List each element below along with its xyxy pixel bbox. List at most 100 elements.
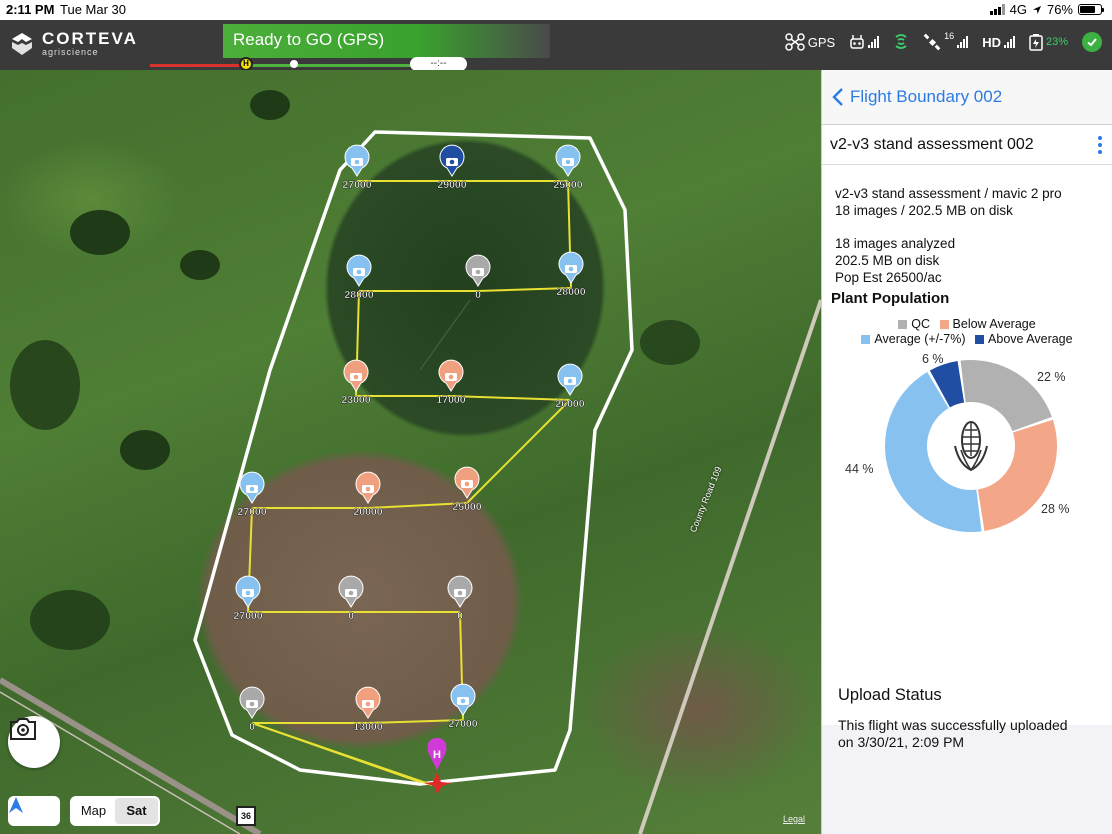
satellite-signal-bars-icon (957, 36, 969, 48)
waypoint-label: 29000 (437, 179, 466, 191)
waypoint-marker[interactable]: 0 (465, 254, 491, 301)
waypoint-marker[interactable]: 13000 (353, 686, 383, 733)
map-type-toggle[interactable]: Map Sat (70, 796, 160, 826)
cellular-signal-icon (989, 4, 1005, 15)
legend-swatch-qc (898, 320, 908, 329)
waypoint-label: 27000 (448, 718, 477, 730)
waypoint-marker[interactable]: 0 (447, 575, 473, 622)
waypoint-label: 28000 (344, 289, 373, 301)
waypoint-marker[interactable]: 27000 (237, 471, 267, 518)
svg-text:H: H (433, 749, 441, 761)
navigation-arrow-icon (9, 797, 23, 813)
legal-link[interactable]: Legal (783, 814, 805, 824)
waypoint-markers: 27000 29000 25000 28000 0 28000 23000 17000 2600… (233, 144, 586, 733)
ready-check-icon (1082, 32, 1102, 52)
map-overlay: 27000 29000 25000 28000 0 28000 23000 17000 2600… (0, 130, 821, 834)
home-pin[interactable]: H (427, 738, 447, 770)
upload-status-line: This flight was successfully uploaded (838, 717, 1068, 733)
more-options-icon[interactable] (1098, 135, 1102, 154)
waypoint-label: 26000 (555, 398, 584, 410)
waypoint-marker[interactable]: 28000 (556, 251, 586, 298)
pie-slice-label: 6 % (922, 352, 944, 366)
legend-swatch-below (939, 320, 949, 329)
satellite-status[interactable]: 16 (923, 31, 969, 51)
aircraft-battery[interactable]: 23% (1029, 33, 1068, 51)
waypoint-label: 27000 (233, 610, 262, 622)
waypoint-marker[interactable]: 29000 (437, 144, 467, 191)
app-bar: CORTEVA agriscience Ready to GO (GPS) H … (0, 20, 1112, 71)
waypoint-marker[interactable]: 0 (338, 575, 364, 622)
waypoint-label: 0 (457, 610, 463, 622)
satellite-count: 16 (944, 31, 955, 41)
brand-sub: agriscience (42, 47, 99, 57)
pie-slice-label: 28 % (1041, 502, 1070, 516)
hd-video-status[interactable]: HD (982, 35, 1015, 50)
county-road (638, 299, 821, 834)
waypoint-label: 0 (249, 721, 255, 733)
status-date: Tue Mar 30 (60, 2, 126, 17)
remote-signal-bars-icon (868, 36, 880, 48)
waypoint-label: 17000 (436, 394, 465, 406)
back-button[interactable]: Flight Boundary 002 (850, 87, 1002, 107)
navigation-button[interactable] (8, 796, 60, 826)
waypoint-label: 25000 (553, 179, 582, 191)
assessment-title: v2-v3 stand assessment 002 (830, 135, 1034, 153)
waypoint-marker[interactable]: 27000 (448, 683, 478, 730)
flight-boundary[interactable] (193, 130, 634, 786)
waypoint-marker[interactable]: 25000 (452, 466, 482, 513)
battery-percent: 76% (1046, 2, 1073, 17)
pie-slice-label: 44 % (845, 462, 874, 476)
status-time: 2:11 PM (6, 2, 55, 17)
route-segment (450, 395, 571, 401)
gps-label: GPS (807, 34, 836, 50)
hd-signal-bars-icon (1003, 36, 1015, 48)
corteva-logo-icon (12, 33, 32, 55)
waypoint-label: 25000 (452, 501, 481, 513)
waypoint-label: 0 (348, 610, 354, 622)
brand-name: CORTEVA (42, 29, 138, 48)
legend-swatch-above (975, 335, 985, 344)
ready-status-banner[interactable]: Ready to GO (GPS) (223, 24, 550, 58)
transmission-icon (895, 34, 907, 49)
waypoint-marker[interactable]: 17000 (436, 359, 466, 406)
upload-status: Upload Status This flight was successful… (822, 686, 1112, 751)
gps-status[interactable]: GPS (784, 33, 836, 51)
corteva-logo: CORTEVA agriscience (8, 30, 138, 58)
waypoint-marker[interactable]: 20000 (353, 471, 383, 518)
analysis-line: 18 images analyzed (835, 236, 956, 251)
waypoint-marker[interactable]: 27000 (342, 144, 372, 191)
aircraft-battery-percent: 23% (1045, 36, 1068, 48)
drone-position-marker (290, 60, 298, 68)
map-type-sat[interactable]: Sat (115, 798, 158, 824)
flight-detail-panel: Flight Boundary 002 v2-v3 stand assessme… (821, 70, 1112, 834)
back-chevron-icon[interactable] (832, 87, 844, 107)
waypoint-marker[interactable]: 25000 (553, 144, 583, 191)
wifi-status[interactable] (893, 33, 909, 51)
waypoint-marker[interactable]: 27000 (233, 575, 263, 622)
waypoint-label: 20000 (353, 506, 382, 518)
panel-header[interactable]: Flight Boundary 002 (822, 70, 1112, 125)
remote-signal[interactable] (849, 34, 880, 50)
camera-gear-icon (10, 718, 36, 740)
chart-legend: QC Below Average Average (+/-7%) Above A… (829, 317, 1099, 347)
waypoint-marker[interactable]: 26000 (555, 363, 585, 410)
map-type-map[interactable]: Map (72, 798, 115, 824)
hd-label: HD (982, 34, 1001, 50)
home-point-marker: H (239, 57, 253, 71)
waypoint-marker[interactable]: 23000 (341, 359, 371, 406)
flight-route (247, 180, 572, 786)
waypoint-label: 28000 (556, 286, 585, 298)
waypoint-marker[interactable]: 28000 (344, 254, 374, 301)
flight-summary: v2-v3 stand assessment / mavic 2 pro 18 … (835, 185, 1099, 219)
assessment-title-row: v2-v3 stand assessment 002 (822, 125, 1112, 165)
capture-camera-button[interactable] (8, 716, 60, 768)
analysis-line: 202.5 MB on disk (835, 253, 940, 268)
waypoint-label: 0 (475, 289, 481, 301)
legend-qc: QC (911, 317, 931, 331)
aircraft-battery-icon (1029, 34, 1043, 51)
satellite-map[interactable]: 27000 29000 25000 28000 0 28000 23000 17000 2600… (0, 70, 821, 834)
legend-above: Above Average (988, 332, 1073, 346)
network-type: 4G (1009, 2, 1027, 17)
plant-population-title: Plant Population (831, 290, 950, 307)
eta-readout: --:-- (410, 57, 467, 71)
